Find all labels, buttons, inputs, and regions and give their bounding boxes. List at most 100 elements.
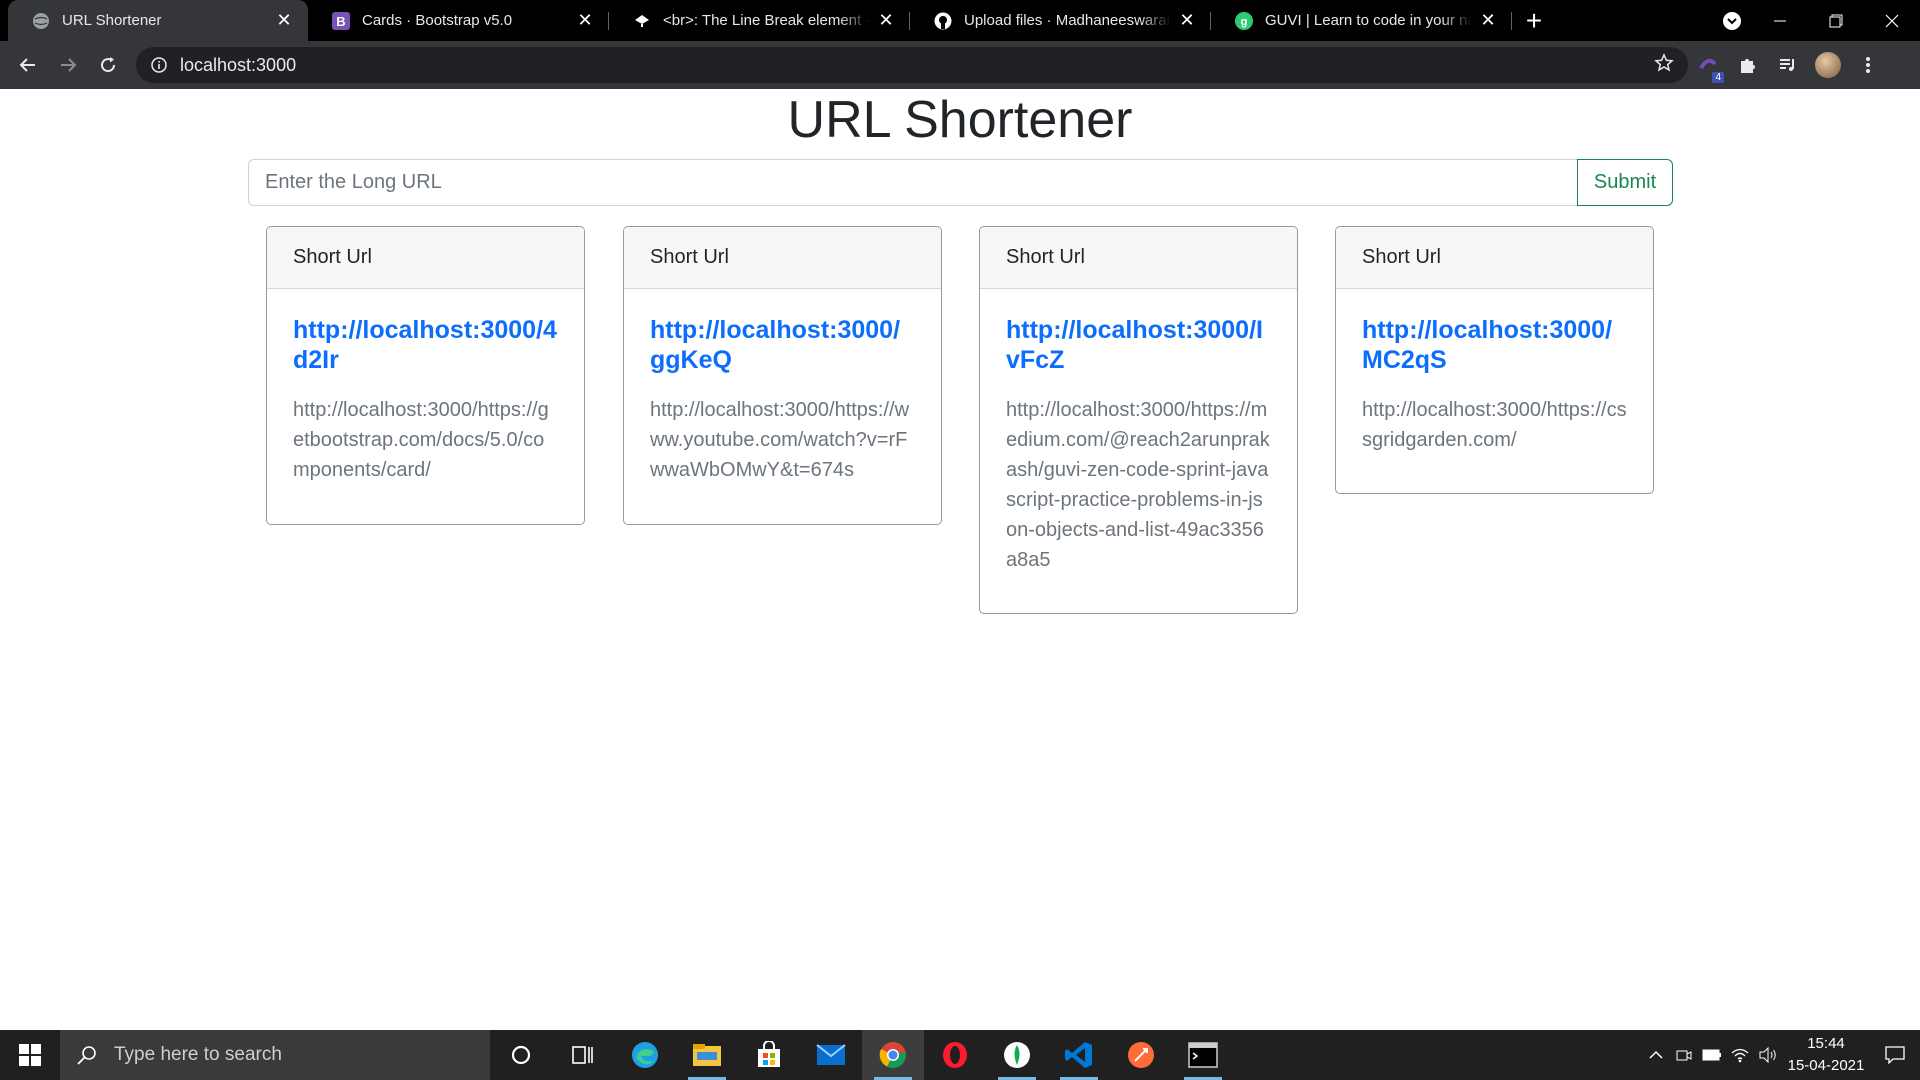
- short-url-link[interactable]: http://localhost:3000/IvFcZ: [1006, 315, 1271, 375]
- tab-close-icon[interactable]: ✕: [1478, 10, 1498, 31]
- mdn-icon: [633, 12, 651, 30]
- tab-url-shortener[interactable]: URL Shortener ✕: [8, 0, 308, 41]
- tab-bootstrap-cards[interactable]: B Cards · Bootstrap v5.0 ✕: [308, 0, 609, 41]
- long-url-text: http://localhost:3000/https://medium.com…: [1006, 399, 1270, 571]
- opera-icon: [943, 1042, 967, 1068]
- long-url-input[interactable]: [248, 159, 1577, 206]
- close-window-button[interactable]: [1864, 0, 1920, 41]
- page-content: URL Shortener Submit Short Url http://lo…: [0, 89, 1920, 1030]
- search-placeholder: Type here to search: [114, 1044, 282, 1065]
- wifi-icon: [1731, 1048, 1749, 1063]
- postman-app[interactable]: [1110, 1030, 1172, 1080]
- arrow-right-icon: [61, 58, 77, 72]
- windows-taskbar: Type here to search 15:44 15-04-2021: [0, 1030, 1920, 1080]
- short-url-link[interactable]: http://localhost:3000/ggKeQ: [650, 315, 915, 375]
- mongodb-compass-app[interactable]: [986, 1030, 1048, 1080]
- arrow-left-icon: [19, 58, 35, 72]
- back-button[interactable]: [8, 45, 48, 85]
- tab-close-icon[interactable]: ✕: [575, 10, 595, 31]
- tab-close-icon[interactable]: ✕: [274, 10, 294, 31]
- windows-logo-icon: [19, 1044, 41, 1066]
- svg-text:B: B: [336, 14, 345, 29]
- card-header: Short Url: [980, 227, 1297, 289]
- file-explorer-app[interactable]: [676, 1030, 738, 1080]
- long-url-text: http://localhost:3000/https://www.youtub…: [650, 399, 910, 481]
- chevron-up-icon: [1649, 1050, 1663, 1059]
- tab-close-icon[interactable]: ✕: [1177, 10, 1197, 31]
- task-view-button[interactable]: [552, 1030, 614, 1080]
- avatar: [1815, 52, 1841, 78]
- globe-icon: [32, 12, 50, 30]
- address-bar[interactable]: localhost:3000: [136, 47, 1688, 83]
- restore-icon: [1829, 14, 1843, 27]
- vscode-app[interactable]: [1048, 1030, 1110, 1080]
- volume-button[interactable]: [1754, 1030, 1782, 1080]
- battery-icon: [1702, 1049, 1721, 1061]
- bookmark-star-icon[interactable]: [1654, 52, 1674, 78]
- short-url-link[interactable]: http://localhost:3000/MC2qS: [1362, 315, 1627, 375]
- tab-mdn-br[interactable]: <br>: The Line Break element - H ✕: [609, 0, 910, 41]
- edge-app[interactable]: [614, 1030, 676, 1080]
- action-center-button[interactable]: [1870, 1030, 1920, 1080]
- battery-button[interactable]: [1698, 1030, 1726, 1080]
- long-url-text: http://localhost:3000/https://cssgridgar…: [1362, 399, 1627, 451]
- mail-app[interactable]: [800, 1030, 862, 1080]
- short-url-card: Short Url http://localhost:3000/ggKeQ ht…: [623, 226, 942, 525]
- terminal-app[interactable]: [1172, 1030, 1234, 1080]
- short-url-link[interactable]: http://localhost:3000/4d2Ir: [293, 315, 558, 375]
- reload-icon: [101, 57, 116, 73]
- kebab-menu-icon: [1866, 57, 1870, 73]
- store-icon: [758, 1041, 780, 1067]
- clock[interactable]: 15:44 15-04-2021: [1782, 1033, 1870, 1077]
- tab-search-button[interactable]: [1712, 0, 1752, 41]
- notification-icon: [1885, 1046, 1905, 1064]
- menu-button[interactable]: [1848, 45, 1888, 85]
- terminal-icon: [1188, 1042, 1218, 1068]
- chevron-down-icon: [1723, 11, 1741, 30]
- opera-app[interactable]: [924, 1030, 986, 1080]
- system-tray: 15:44 15-04-2021: [1642, 1030, 1920, 1080]
- media-control-button[interactable]: [1768, 45, 1808, 85]
- taskbar-search-box[interactable]: Type here to search: [60, 1030, 490, 1080]
- mail-icon: [816, 1044, 846, 1065]
- short-url-card: Short Url http://localhost:3000/4d2Ir ht…: [266, 226, 585, 525]
- network-button[interactable]: [1726, 1030, 1754, 1080]
- speaker-icon: [1759, 1047, 1776, 1063]
- extension-redux-button[interactable]: 4: [1688, 45, 1728, 85]
- new-tab-button[interactable]: +: [1512, 0, 1556, 41]
- playlist-icon: [1780, 59, 1794, 71]
- address-text: localhost:3000: [180, 54, 297, 75]
- store-app[interactable]: [738, 1030, 800, 1080]
- file-explorer-icon: [693, 1044, 721, 1066]
- close-icon: [1885, 14, 1899, 27]
- clock-date: 15-04-2021: [1787, 1057, 1865, 1074]
- submit-button[interactable]: Submit: [1577, 159, 1673, 206]
- chrome-app[interactable]: [862, 1030, 924, 1080]
- tab-guvi[interactable]: g GUVI | Learn to code in your nati ✕: [1211, 0, 1512, 41]
- minimize-icon: [1774, 20, 1786, 21]
- meet-now-button[interactable]: [1670, 1030, 1698, 1080]
- clock-time: 15:44: [1807, 1035, 1845, 1052]
- forward-button[interactable]: [48, 45, 88, 85]
- mongodb-compass-icon: [1004, 1042, 1030, 1068]
- tab-title: GUVI | Learn to code in your nati: [1265, 12, 1472, 29]
- tab-title: Cards · Bootstrap v5.0: [362, 12, 513, 29]
- svg-text:g: g: [1241, 16, 1248, 28]
- start-button[interactable]: [0, 1030, 60, 1080]
- tab-github-upload[interactable]: Upload files · MadhaneeswaranP ✕: [910, 0, 1211, 41]
- restore-button[interactable]: [1808, 0, 1864, 41]
- guvi-icon: g: [1235, 11, 1253, 30]
- minimize-button[interactable]: [1752, 0, 1808, 41]
- short-url-card: Short Url http://localhost:3000/MC2qS ht…: [1335, 226, 1654, 494]
- site-info-icon[interactable]: [150, 56, 168, 74]
- extensions-button[interactable]: [1728, 45, 1768, 85]
- bootstrap-icon: B: [332, 11, 350, 30]
- reload-button[interactable]: [88, 45, 128, 85]
- puzzle-icon: [1741, 59, 1755, 73]
- show-hidden-icons-button[interactable]: [1642, 1030, 1670, 1080]
- profile-button[interactable]: [1808, 45, 1848, 85]
- cortana-button[interactable]: [490, 1030, 552, 1080]
- long-url-text: http://localhost:3000/https://getbootstr…: [293, 399, 549, 481]
- tab-close-icon[interactable]: ✕: [876, 10, 896, 31]
- tab-title: Upload files · MadhaneeswaranP: [964, 12, 1171, 29]
